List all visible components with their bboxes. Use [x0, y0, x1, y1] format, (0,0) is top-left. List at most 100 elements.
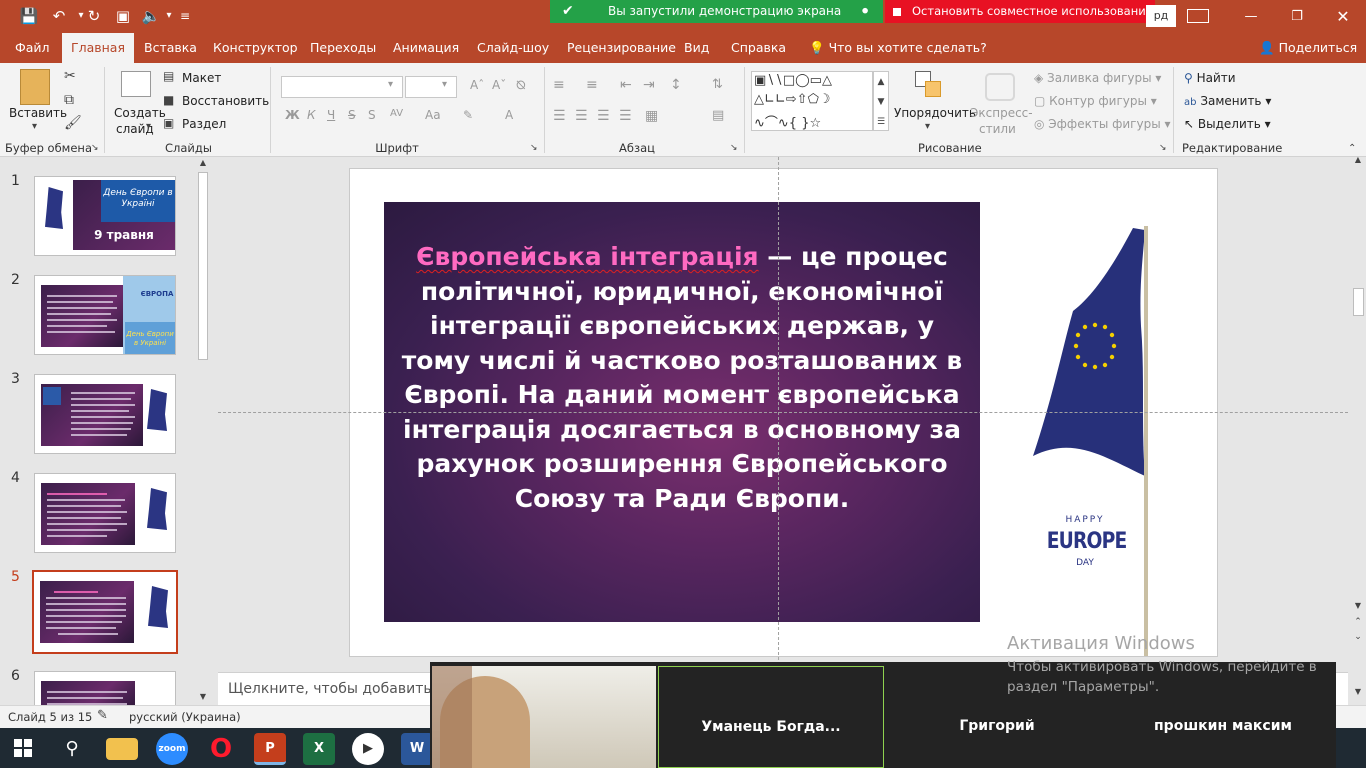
slide-thumbnail-4[interactable] — [34, 473, 176, 553]
file-explorer-icon[interactable] — [106, 738, 138, 760]
grow-font-icon[interactable]: Aˆ — [470, 78, 484, 92]
new-slide-dropdown-icon[interactable]: ▾ — [146, 121, 151, 132]
slide-thumbnail-3[interactable] — [34, 374, 176, 454]
shapes-row-1-icon[interactable]: ▣∖∖□◯▭△ — [754, 73, 832, 88]
zoom-app-icon[interactable]: zoom — [156, 733, 188, 765]
customize-toolbar-icon[interactable]: ≡ — [174, 6, 196, 26]
tab-file[interactable]: Файл — [6, 33, 59, 63]
slide-thumbnail-5-selected[interactable] — [32, 570, 178, 654]
restore-icon[interactable]: ❐ — [1274, 0, 1320, 33]
select-button[interactable]: ↖ Выделить ▾ — [1184, 117, 1271, 131]
excel-icon[interactable]: X — [303, 733, 335, 765]
replace-button[interactable]: ab Заменить ▾ — [1184, 94, 1271, 108]
font-color-button[interactable]: А — [505, 108, 513, 122]
tab-design[interactable]: Конструктор — [204, 33, 307, 63]
bullets-icon[interactable]: ≡ — [553, 77, 565, 93]
tab-review[interactable]: Рецензирование — [558, 33, 685, 63]
strikethrough-button[interactable]: S — [348, 108, 356, 122]
tab-view[interactable]: Вид — [675, 33, 718, 63]
tab-transitions[interactable]: Переходы — [301, 33, 385, 63]
highlight-icon[interactable]: ✎ — [463, 108, 473, 122]
shrink-font-icon[interactable]: Aˇ — [492, 78, 506, 92]
cut-icon[interactable]: ✂ — [64, 68, 76, 84]
slide-thumbnail-1[interactable]: День Європи в Україні 9 травня — [34, 176, 176, 256]
font-size-dropdown-icon[interactable]: ▾ — [442, 79, 447, 90]
numbering-icon[interactable]: ≡ — [586, 77, 598, 93]
tab-help[interactable]: Справка — [722, 33, 795, 63]
slide-body-text[interactable]: Європейська інтеграція — це процес політ… — [392, 240, 972, 516]
increase-indent-icon[interactable]: ⇥ — [643, 77, 655, 93]
undo-icon[interactable]: ↶ — [48, 6, 70, 26]
quick-styles-label[interactable]: Экспресс- — [970, 106, 1033, 120]
align-right-icon[interactable]: ☰ — [597, 108, 610, 124]
tab-slideshow[interactable]: Слайд-шоу — [468, 33, 558, 63]
minimize-icon[interactable]: — — [1228, 0, 1274, 33]
slide-scrollbar[interactable]: ▲ ▼ ⌃ ⌄ ▼ — [1350, 155, 1366, 705]
tab-home[interactable]: Главная — [62, 33, 134, 63]
font-size-combo[interactable] — [405, 76, 457, 98]
decrease-indent-icon[interactable]: ⇤ — [620, 77, 632, 93]
slide-scroll-thumb[interactable] — [1353, 288, 1364, 316]
opera-icon[interactable]: O — [205, 733, 237, 765]
word-icon[interactable]: W — [401, 733, 433, 765]
shapes-gallery[interactable]: ▣∖∖□◯▭△ △∟∟⇨⇧⬠☽ ∿⌒∿{ }☆ — [751, 71, 873, 131]
powerpoint-icon[interactable]: P — [254, 733, 286, 765]
section-button[interactable]: Раздел — [182, 117, 226, 131]
char-spacing-button[interactable]: AV — [390, 108, 403, 119]
shapes-row-2-icon[interactable]: △∟∟⇨⇧⬠☽ — [754, 92, 831, 107]
align-left-icon[interactable]: ☰ — [553, 108, 566, 124]
columns-icon[interactable]: ▦ — [645, 108, 658, 124]
shadow-icon[interactable]: S — [368, 108, 376, 122]
account-chip[interactable]: рд — [1146, 5, 1176, 27]
share-button[interactable]: 👤 Поделиться — [1250, 33, 1366, 63]
drawing-launcher-icon[interactable]: ↘ — [1159, 143, 1167, 153]
paragraph-launcher-icon[interactable]: ↘ — [730, 143, 738, 153]
quick-styles-label-2[interactable]: стили — [979, 122, 1016, 136]
new-slide-icon[interactable] — [121, 71, 151, 97]
paste-label[interactable]: Вставить — [9, 106, 67, 120]
tab-animations[interactable]: Анимация — [384, 33, 468, 63]
quick-styles-icon[interactable] — [985, 73, 1015, 101]
align-center-icon[interactable]: ☰ — [575, 108, 588, 124]
copy-icon[interactable]: ⧉ — [64, 92, 74, 108]
justify-icon[interactable]: ☰ — [619, 108, 632, 124]
font-launcher-icon[interactable]: ↘ — [530, 143, 538, 153]
scroll-down-bottom-icon[interactable]: ▼ — [1350, 687, 1366, 696]
thumbnails-scrollbar[interactable]: ▲ ▼ — [196, 158, 210, 705]
shape-outline-button[interactable]: ▢ Контур фигуры ▾ — [1034, 94, 1157, 108]
find-button[interactable]: ⚲ Найти — [1184, 71, 1236, 85]
italic-button[interactable]: К — [307, 108, 316, 122]
scroll-down-icon[interactable]: ▼ — [196, 692, 210, 701]
tell-me-search[interactable]: 💡 Что вы хотите сделать? — [800, 33, 996, 63]
close-icon[interactable]: ✕ — [1320, 0, 1366, 33]
previous-slide-icon[interactable]: ⌃ — [1350, 617, 1366, 627]
media-player-icon[interactable]: ▶ — [352, 733, 384, 765]
save-icon[interactable]: 💾 — [18, 6, 40, 26]
redo-icon[interactable]: ↻ — [83, 6, 105, 26]
scroll-up-icon[interactable]: ▲ — [1350, 155, 1366, 164]
reset-button[interactable]: Восстановить — [182, 94, 269, 108]
change-case-button[interactable]: Аа — [425, 108, 441, 122]
underline-button[interactable]: Ч — [327, 108, 335, 122]
new-slide-label[interactable]: Создать — [114, 106, 166, 120]
font-name-dropdown-icon[interactable]: ▾ — [388, 79, 393, 90]
bold-button[interactable]: Ж — [285, 108, 300, 122]
participant-video[interactable] — [432, 666, 656, 768]
tab-insert[interactable]: Вставка — [135, 33, 206, 63]
line-spacing-icon[interactable]: ↕ — [670, 77, 682, 93]
language-status[interactable]: русский (Украина) — [129, 710, 241, 724]
paste-dropdown-icon[interactable]: ▾ — [32, 121, 37, 132]
spellcheck-icon[interactable]: ✎ — [97, 708, 108, 723]
clipboard-launcher-icon[interactable]: ↘ — [91, 143, 99, 153]
clear-format-icon[interactable]: ⦰ — [516, 78, 526, 93]
stop-share-button[interactable]: Остановить совместное использование — [885, 0, 1155, 23]
shapes-row-3-icon[interactable]: ∿⌒∿{ }☆ — [754, 112, 821, 131]
windows-start-icon[interactable] — [14, 739, 32, 757]
shapes-scroll-icon[interactable]: ▲ ▼ ☰ — [873, 71, 889, 131]
next-slide-icon[interactable]: ⌄ — [1350, 632, 1366, 642]
arrange-icon[interactable] — [915, 71, 943, 99]
shape-effects-button[interactable]: ◎ Эффекты фигуры ▾ — [1034, 117, 1171, 131]
font-name-combo[interactable] — [281, 76, 403, 98]
arrange-dropdown-icon[interactable]: ▾ — [925, 121, 930, 132]
format-painter-icon[interactable]: 🖌 — [64, 115, 82, 131]
